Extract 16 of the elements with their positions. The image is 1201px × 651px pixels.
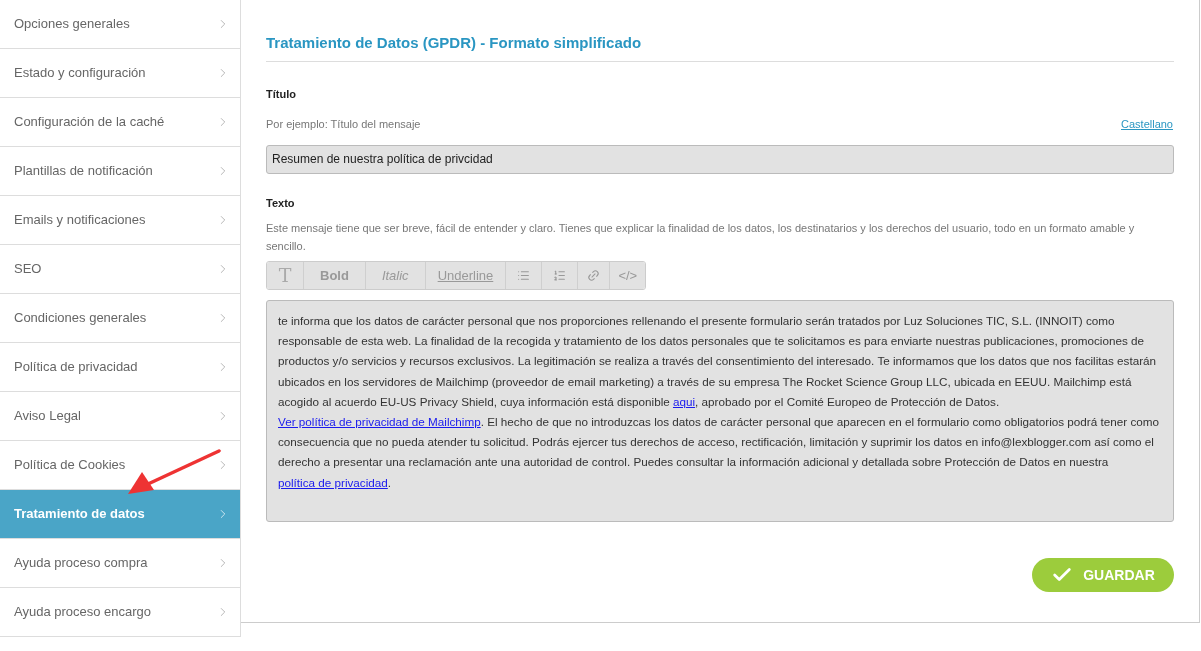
- text-editor[interactable]: [266, 300, 1174, 522]
- field-hint: Por ejemplo: Título del mensaje: [266, 117, 421, 132]
- link-button[interactable]: [578, 262, 611, 289]
- numbered-list-icon: [553, 269, 567, 282]
- page-heading: Tratamiento de Datos (GPDR) - Formato simplificado: [266, 33, 643, 53]
- language-link[interactable]: Castellano: [1121, 116, 1173, 133]
- bullet-list-icon: [517, 269, 531, 282]
- text-link[interactable]: política de privacidad: [278, 475, 388, 489]
- editor-text: te informa que los datos de carácter personal que nos proporciones rellenando el presente formulario serán tratados por Luz Soluciones TIC, S.L. (INNOIT) como responsable de esta web. La finalidad de la recogida y tratamiento de los datos personales que te solicitamos es para enviarte nuestras publicaciones, promociones de productos y/o servicios y recursos exclusivos. La legitimación se realiza a través del consentimiento del interesado. Te informamos que los datos que nos facilitas estarán ubicados en los servidores de Mailchimp (proveedor de email marketing) a través de su empresa The Rocket Science Group LLC, ubicada en EEUU. Mailchimp está acogido al acuerdo EU-US Privacy Shield, cuya información está disponible aqui, aprobado por el Comité Europeo de Protección de Datos. Ver política de privacidad de Mailchimp. El hecho de que no introduzcas los datos de carácter personal que aparecen en el formulario como obligatorios podrá tener como consecuencia que no pueda atender tu solicitud. Podrás ejercer tus derechos de acceso, rectificación, limitación y suprimir los datos en info@lexblogger.com así como el derecho a presentar una reclamación ante una autoridad de control. Puedes consultar la información adicional y detallada sobre Protección de Datos en nuestra política de privacidad.: [278, 313, 1160, 491]
- field-label: Título: [266, 86, 297, 102]
- title-input[interactable]: Resumen de nuestra política de privcidad: [266, 144, 1174, 174]
- field-label: Texto: [266, 195, 296, 211]
- numbered-list-button[interactable]: [542, 262, 579, 289]
- field-hint: Este mensaje tiene que ser breve, fácil de entender y claro. Tienes que explicar la finalidad de los datos, los destinatarios y los derechos del usuario, todo en un formato amable y sencillo.: [266, 221, 1136, 254]
- text-link[interactable]: Ver política de privacidad de Mailchimp: [278, 415, 481, 428]
- bullet-list-button[interactable]: [506, 262, 543, 289]
